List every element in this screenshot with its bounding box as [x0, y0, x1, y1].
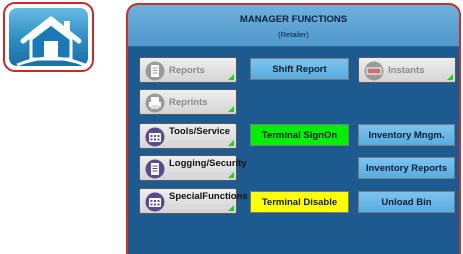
document-icon	[145, 159, 165, 179]
keypad-icon	[145, 192, 165, 212]
enabled-indicator	[447, 74, 453, 80]
special-functions-label-line1: Special	[169, 191, 203, 202]
printer-icon	[145, 93, 165, 113]
instants-button[interactable]: Instants	[358, 57, 456, 83]
logging-security-label-line2: Security	[209, 158, 247, 169]
enabled-indicator	[228, 74, 234, 80]
enabled-indicator	[228, 106, 234, 112]
logging-security-label: Logging/ Security	[169, 158, 247, 169]
reprints-label: Reprints	[169, 96, 208, 108]
manager-functions-panel: MANAGER FUNCTIONS (Retailer) Reports Shi…	[126, 3, 461, 254]
home-button-face	[9, 8, 88, 67]
terminal-signon-button[interactable]: Terminal SignOn	[250, 124, 349, 146]
panel-subtitle: (Retailer)	[278, 30, 309, 39]
keypad-icon	[145, 127, 165, 147]
enabled-indicator	[228, 205, 234, 211]
special-functions-label-line2: Functions	[202, 191, 248, 202]
special-functions-button[interactable]: Special Functions	[139, 188, 248, 214]
tools-service-label-line1: Tools/	[169, 126, 197, 137]
special-functions-label: Special Functions	[169, 191, 248, 202]
shift-report-button[interactable]: Shift Report	[250, 58, 349, 80]
reprints-button[interactable]: Reprints	[139, 89, 237, 115]
logging-security-label-line1: Logging/	[169, 158, 210, 169]
tools-service-label: Tools/ Service	[169, 126, 231, 137]
document-icon	[145, 61, 165, 81]
home-button[interactable]	[3, 2, 94, 72]
reports-label: Reports	[169, 64, 205, 76]
home-icon	[16, 16, 86, 67]
enabled-indicator	[228, 140, 234, 146]
enabled-indicator	[228, 172, 234, 178]
inventory-reports-button[interactable]: Inventory Reports	[358, 157, 455, 179]
panel-header: MANAGER FUNCTIONS (Retailer)	[128, 5, 459, 47]
reports-button[interactable]: Reports	[139, 57, 237, 83]
tools-service-button[interactable]: Tools/ Service	[139, 123, 237, 149]
inventory-mngm-button[interactable]: Inventory Mngm.	[358, 124, 455, 146]
logging-security-button[interactable]: Logging/ Security	[139, 155, 247, 181]
instants-label: Instants	[388, 64, 425, 76]
tools-service-label-line2: Service	[196, 126, 231, 137]
ticket-icon	[364, 61, 384, 81]
panel-title: MANAGER FUNCTIONS	[239, 14, 348, 25]
unload-bin-button[interactable]: Unload Bin	[358, 191, 455, 213]
terminal-disable-button[interactable]: Terminal Disable	[250, 191, 349, 213]
